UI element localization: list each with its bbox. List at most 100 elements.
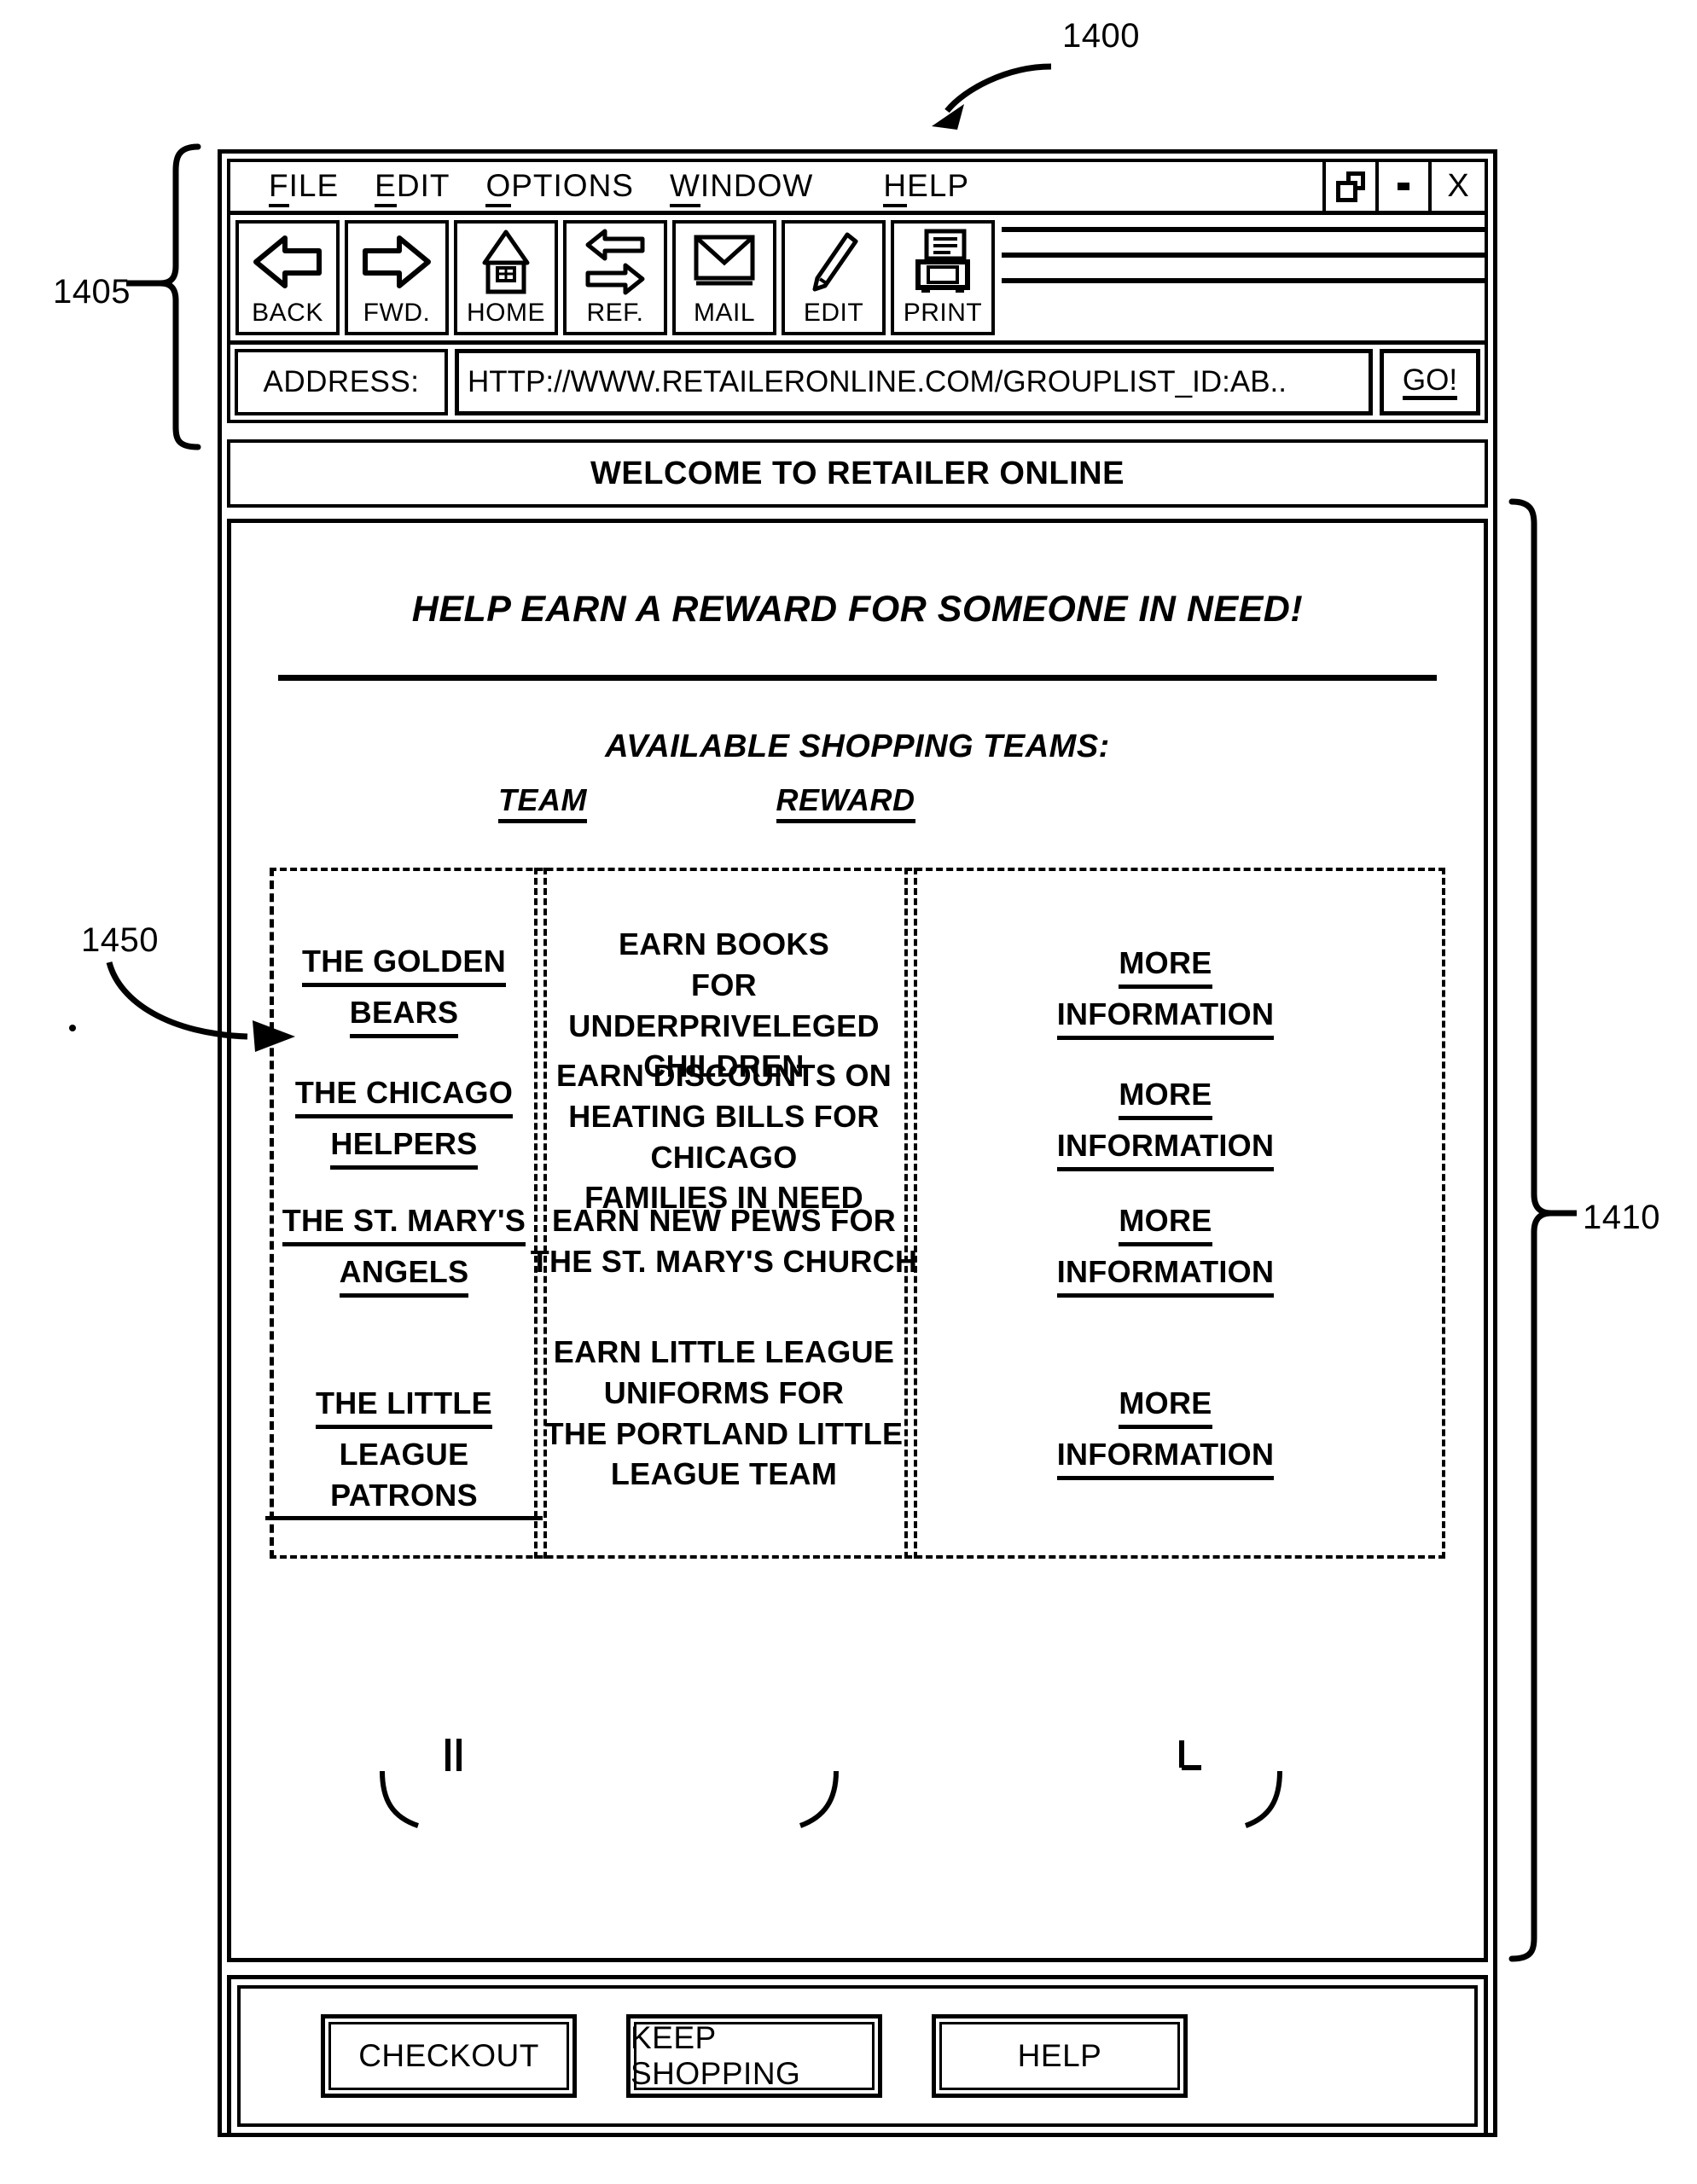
go-button[interactable]: GO! bbox=[1380, 349, 1480, 415]
callout-1400: 1400 bbox=[1062, 17, 1140, 55]
more-info-line: INFORMATION bbox=[1056, 1434, 1275, 1480]
reward-line: UNIFORMS FOR bbox=[603, 1374, 845, 1410]
address-input[interactable]: HTTP://WWW.RETAILERONLINE.COM/GROUPLIST_… bbox=[455, 349, 1373, 415]
menu-edit-rest: DIT bbox=[396, 168, 450, 203]
menu-item-edit[interactable]: EDIT bbox=[375, 168, 450, 207]
menu-window-rest: INDOW bbox=[700, 168, 814, 203]
team-name-line: THE LITTLE bbox=[316, 1383, 492, 1429]
column-header-reward: REWARD bbox=[743, 781, 948, 823]
help-button[interactable]: HELP bbox=[932, 2014, 1188, 2098]
minimize-icon bbox=[1398, 183, 1409, 190]
menu-item-file[interactable]: FILE bbox=[269, 168, 340, 207]
callout-1410: 1410 bbox=[1583, 1199, 1660, 1236]
team-name-line: THE ST. MARY'S bbox=[282, 1200, 526, 1246]
column-header-team: TEAM bbox=[457, 781, 628, 823]
more-info-line: MORE bbox=[1119, 1074, 1212, 1120]
team-name-line: LEAGUE PATRONS bbox=[265, 1434, 543, 1521]
column-header-reward-label: REWARD bbox=[776, 781, 915, 823]
arrow-right-icon bbox=[348, 224, 445, 300]
team-name-line: ANGELS bbox=[339, 1252, 469, 1298]
toolbar-home-button[interactable]: HOME bbox=[454, 220, 558, 335]
reward-line: THE PORTLAND LITTLE bbox=[544, 1415, 904, 1451]
more-info-line: INFORMATION bbox=[1056, 994, 1275, 1040]
menu-item-window[interactable]: WINDOW bbox=[669, 168, 814, 207]
toolbar-refresh-label: REF. bbox=[586, 299, 644, 327]
more-info-line: MORE bbox=[1119, 943, 1212, 989]
toolbar-home-label: HOME bbox=[467, 299, 545, 327]
callout-1405: 1405 bbox=[53, 273, 131, 311]
more-info-line: INFORMATION bbox=[1056, 1125, 1275, 1171]
go-button-label: GO! bbox=[1402, 365, 1458, 400]
keep-shopping-button-label: KEEP SHOPPING bbox=[631, 2020, 801, 2091]
page-headline: HELP EARN A REWARD FOR SOMEONE IN NEED! bbox=[411, 588, 1304, 630]
menu-window-accel: W bbox=[669, 168, 700, 207]
more-information-link[interactable]: MORE INFORMATION bbox=[914, 1074, 1417, 1176]
reward-description: EARN DISCOUNTS ON HEATING BILLS FOR CHIC… bbox=[521, 1055, 927, 1219]
toolbar-forward-label: FWD. bbox=[363, 299, 431, 327]
action-bar: CHECKOUT KEEP SHOPPING HELP bbox=[227, 1975, 1488, 2137]
restore-button[interactable] bbox=[1322, 162, 1375, 211]
reward-line: EARN DISCOUNTS ON bbox=[555, 1057, 892, 1093]
column-header-team-label: TEAM bbox=[498, 781, 587, 823]
page-content: HELP EARN A REWARD FOR SOMEONE IN NEED! … bbox=[227, 519, 1488, 1962]
reward-line: EARN NEW PEWS FOR bbox=[551, 1202, 897, 1238]
menu-help-rest: ELP bbox=[907, 168, 970, 203]
checkout-button-label: CHECKOUT bbox=[358, 2038, 539, 2073]
team-link-st-marys-angels[interactable]: THE ST. MARY'S ANGELS bbox=[274, 1200, 534, 1303]
more-information-link[interactable]: MORE INFORMATION bbox=[914, 943, 1417, 1045]
toolbar-print-button[interactable]: PRINT bbox=[891, 220, 995, 335]
menu-edit-accel: E bbox=[375, 168, 397, 207]
team-link-chicago-helpers[interactable]: THE CHICAGO HELPERS bbox=[274, 1072, 534, 1175]
figure-1400: 1400 1405 1410 1450 1415 1420 1425 bbox=[0, 0, 1697, 2184]
toolbar-edit-button[interactable]: EDIT bbox=[782, 220, 886, 335]
reward-line: EARN BOOKS bbox=[618, 926, 830, 961]
team-link-little-league-patrons[interactable]: THE LITTLE LEAGUE PATRONS bbox=[265, 1383, 543, 1526]
toolbar-forward-button[interactable]: FWD. bbox=[345, 220, 449, 335]
page-subheadline: AVAILABLE SHOPPING TEAMS: bbox=[605, 728, 1110, 764]
callout-1450: 1450 bbox=[81, 921, 159, 959]
menu-help-accel: H bbox=[883, 168, 908, 207]
minimize-button[interactable] bbox=[1375, 162, 1428, 211]
reward-line: FOR UNDERPRIVELEGED bbox=[568, 967, 880, 1043]
toolbar-print-label: PRINT bbox=[903, 299, 983, 327]
browser-window: FILE EDIT OPTIONS WINDOW HELP X BACK FWD… bbox=[218, 149, 1497, 2137]
browser-chrome: FILE EDIT OPTIONS WINDOW HELP X BACK FWD… bbox=[227, 159, 1488, 423]
toolbar-mail-button[interactable]: MAIL bbox=[672, 220, 776, 335]
reward-line: EARN LITTLE LEAGUE bbox=[553, 1333, 895, 1369]
menu-options-accel: O bbox=[485, 168, 512, 207]
envelope-icon bbox=[676, 224, 773, 300]
toolbar-refresh-button[interactable]: REF. bbox=[563, 220, 667, 335]
reward-line: THE ST. MARY'S CHURCH bbox=[530, 1243, 918, 1279]
more-info-line: INFORMATION bbox=[1056, 1252, 1275, 1298]
menu-bar: FILE EDIT OPTIONS WINDOW HELP X bbox=[230, 162, 1485, 215]
toolbar-back-label: BACK bbox=[252, 299, 323, 327]
more-information-link[interactable]: MORE INFORMATION bbox=[914, 1383, 1417, 1485]
team-link-golden-bears[interactable]: THE GOLDEN BEARS bbox=[274, 941, 534, 1043]
keep-shopping-button[interactable]: KEEP SHOPPING bbox=[626, 2014, 882, 2098]
pencil-icon bbox=[785, 224, 882, 300]
action-bar-inner: CHECKOUT KEEP SHOPPING HELP bbox=[237, 1985, 1478, 2127]
menu-item-options[interactable]: OPTIONS bbox=[485, 168, 634, 207]
more-information-link[interactable]: MORE INFORMATION bbox=[914, 1200, 1417, 1303]
team-name-line: THE GOLDEN bbox=[301, 941, 506, 987]
menu-file-rest: ILE bbox=[288, 168, 340, 203]
help-button-label: HELP bbox=[1017, 2038, 1102, 2073]
toolbar-mail-label: MAIL bbox=[693, 299, 756, 327]
toolbar-filler-lines bbox=[1002, 220, 1485, 335]
checkout-button[interactable]: CHECKOUT bbox=[321, 2014, 577, 2098]
printer-icon bbox=[894, 224, 991, 300]
team-name-line: THE CHICAGO bbox=[294, 1072, 514, 1118]
reward-description: EARN LITTLE LEAGUE UNIFORMS FOR THE PORT… bbox=[543, 1332, 904, 1496]
headline-divider bbox=[278, 674, 1437, 681]
restore-icon bbox=[1336, 171, 1365, 202]
close-button[interactable]: X bbox=[1428, 162, 1485, 211]
browser-toolbar: BACK FWD. HOME REF. MAIL EDIT PRINT bbox=[230, 215, 1485, 345]
menu-options-rest: PTIONS bbox=[511, 168, 634, 203]
address-bar: ADDRESS: HTTP://WWW.RETAILERONLINE.COM/G… bbox=[230, 345, 1485, 420]
toolbar-back-button[interactable]: BACK bbox=[235, 220, 340, 335]
welcome-banner: WELCOME TO RETAILER ONLINE bbox=[227, 439, 1488, 508]
team-name-line: BEARS bbox=[349, 992, 459, 1038]
reward-description: EARN NEW PEWS FOR THE ST. MARY'S CHURCH bbox=[530, 1200, 918, 1282]
menu-item-help[interactable]: HELP bbox=[883, 168, 970, 207]
address-label: ADDRESS: bbox=[235, 349, 448, 415]
